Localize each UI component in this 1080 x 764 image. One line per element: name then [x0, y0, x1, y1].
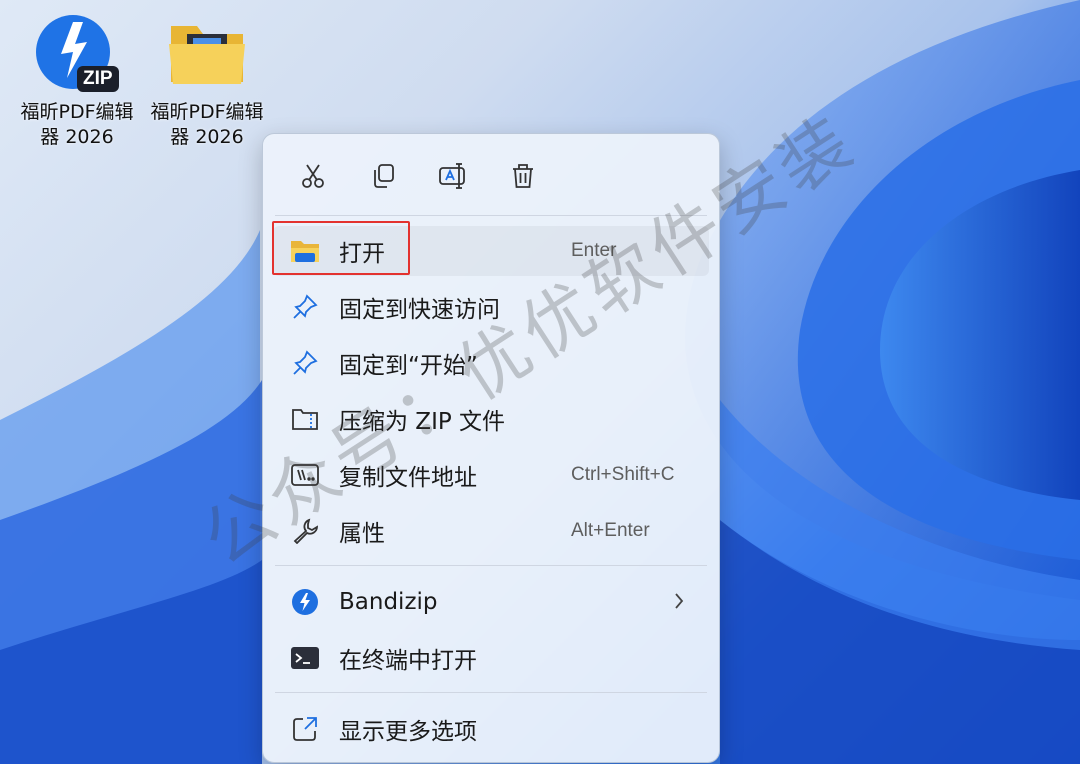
- cut-button[interactable]: [289, 152, 337, 200]
- copy-button[interactable]: [359, 152, 407, 200]
- menu-item-open-terminal[interactable]: 在终端中打开: [273, 633, 709, 683]
- desktop-icon-label: 福昕PDF编辑 器 2026: [20, 101, 134, 148]
- desktop: ZIP 福昕PDF编辑 器 2026 福昕PDF编辑 器 2026 打开 Ent…: [0, 0, 1080, 764]
- highlight-box: [272, 221, 410, 275]
- pin-icon: [289, 291, 321, 323]
- menu-item-label: 显示更多选项: [339, 719, 477, 745]
- show-more-icon: [289, 713, 321, 745]
- separator: [275, 565, 707, 566]
- rename-icon: [439, 163, 465, 189]
- zip-badge: ZIP: [83, 68, 113, 89]
- menu-item-show-more-options[interactable]: 显示更多选项: [273, 704, 709, 754]
- chevron-right-icon: [675, 593, 684, 609]
- menu-item-shortcut: Alt+Enter: [571, 520, 650, 541]
- context-menu-toolbar: [275, 148, 709, 204]
- pin-icon: [289, 347, 321, 379]
- zip-archive-icon: ZIP: [35, 12, 119, 96]
- bandizip-icon: [289, 586, 321, 618]
- desktop-icon-zip[interactable]: ZIP 福昕PDF编辑 器 2026: [12, 12, 142, 150]
- desktop-icon-folder[interactable]: 福昕PDF编辑 器 2026: [142, 12, 272, 150]
- desktop-icon-label: 福昕PDF编辑 器 2026: [150, 101, 264, 148]
- menu-item-label: Bandizip: [339, 589, 438, 615]
- rename-button[interactable]: [429, 152, 477, 200]
- terminal-icon: [289, 642, 321, 674]
- menu-item-label: 属性: [339, 521, 385, 547]
- menu-item-shortcut: Ctrl+Shift+C: [571, 464, 675, 485]
- menu-item-label: 在终端中打开: [339, 648, 477, 674]
- trash-icon: [513, 164, 533, 188]
- delete-button[interactable]: [499, 152, 547, 200]
- scissors-icon: [302, 164, 324, 188]
- separator: [275, 692, 707, 693]
- menu-item-bandizip[interactable]: Bandizip: [273, 577, 709, 627]
- copy-icon: [374, 164, 394, 188]
- folder-icon: [165, 12, 249, 96]
